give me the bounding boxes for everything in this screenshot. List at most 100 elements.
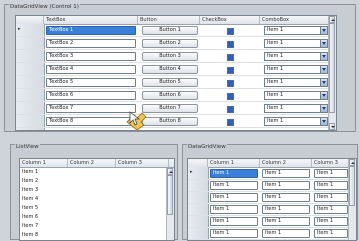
top-col-header-combobox[interactable]: ComboBox [260,16,331,24]
grid-cell[interactable]: Item 1 [262,169,310,178]
grid-cell[interactable]: Item 1 [210,181,258,190]
grid-cell[interactable]: Item 1 [262,229,310,238]
combobox-cell[interactable]: Item 1 [264,117,328,126]
grid-cell[interactable]: Item 1 [210,193,258,202]
top-grid-row[interactable]: TextBox 1 Button 1 Item 1 [16,26,329,37]
list-view[interactable]: Column 1 Column 2 Column 3 Item 1 Item 2I… [19,158,175,241]
bottom-grid-row[interactable]: Item 1 Item 1 Item 1 [188,205,349,216]
list-item[interactable]: Item 6 [22,213,38,222]
top-grid-row[interactable]: TextBox 5 Button 5 Item 1 [16,78,329,89]
checkbox-checked-icon[interactable] [226,106,234,113]
dropdown-arrow-icon[interactable] [320,92,327,99]
top-grid-row[interactable]: TextBox 3 Button 3 Item 1 [16,52,329,63]
combobox-cell[interactable]: Item 1 [264,104,328,113]
grid-cell[interactable]: Item 1 [210,205,258,214]
top-grid-row[interactable]: TextBox 2 Button 2 Item 1 [16,39,329,50]
textbox-cell[interactable]: TextBox 7 [46,104,136,113]
top-col-header-button[interactable]: Button [138,16,200,24]
button-cell[interactable]: Button 4 [142,65,198,74]
checkbox-cell[interactable] [200,117,260,127]
grid-cell[interactable]: Item 1 [210,217,258,226]
list-item[interactable]: Item 5 [22,204,38,213]
textbox-cell[interactable]: TextBox 5 [46,78,136,87]
dropdown-arrow-icon[interactable] [320,118,327,125]
textbox-cell[interactable]: TextBox 2 [46,39,136,48]
dropdown-arrow-icon[interactable] [320,27,327,34]
bottom-col-header-1[interactable]: Column 1 [208,159,260,167]
checkbox-checked-icon[interactable] [226,41,234,48]
checkbox-checked-icon[interactable] [226,54,234,61]
combobox-cell[interactable]: Item 1 [264,78,328,87]
grid-cell[interactable]: Item 1 [210,169,258,178]
textbox-cell[interactable]: TextBox 4 [46,65,136,74]
grid-cell[interactable]: Item 1 [314,193,348,202]
top-grid-row[interactable]: TextBox 4 Button 4 Item 1 [16,65,329,76]
grid-cell[interactable]: Item 1 [314,229,348,238]
bottom-grid-row[interactable]: Item 1 Item 1 Item 1 [188,181,349,192]
grid-cell[interactable]: Item 1 [262,193,310,202]
checkbox-cell[interactable] [200,39,260,49]
checkbox-cell[interactable] [200,104,260,114]
grid-cell[interactable]: Item 1 [262,181,310,190]
grid-cell[interactable]: Item 1 [210,229,258,238]
list-item[interactable]: Item 8 [22,231,38,240]
list-item[interactable]: Item 3 [22,186,38,195]
grid-cell[interactable]: Item 1 [314,181,348,190]
grid-cell[interactable]: Item 1 [314,217,348,226]
scroll-up-arrow-icon[interactable] [349,159,355,166]
combobox-cell[interactable]: Item 1 [264,91,328,100]
bottom-grid-vscrollbar[interactable] [348,159,356,240]
checkbox-cell[interactable] [200,78,260,88]
list-col-header-3[interactable]: Column 3 [116,159,169,167]
scroll-thumb[interactable] [329,23,335,113]
button-cell[interactable]: Button 7 [142,104,198,113]
list-item[interactable]: Item 7 [22,222,38,231]
bottom-col-header-3[interactable]: Column 3 [312,159,351,167]
checkbox-cell[interactable] [200,52,260,62]
list-item[interactable]: Item 2 [22,177,38,186]
scroll-up-arrow-icon[interactable] [167,168,173,175]
combobox-cell[interactable]: Item 1 [264,65,328,74]
combobox-cell[interactable]: Item 1 [264,39,328,48]
button-cell[interactable]: Button 2 [142,39,198,48]
list-item[interactable]: Item 1 [22,168,38,177]
top-data-grid[interactable]: TextBox Button CheckBox ComboBox ▸ TextB… [15,15,337,131]
list-col-header-2[interactable]: Column 2 [68,159,116,167]
top-col-header-textbox[interactable]: TextBox [44,16,138,24]
top-grid-row[interactable]: TextBox 7 Button 7 Item 1 [16,104,329,115]
button-cell[interactable]: Button 5 [142,78,198,87]
checkbox-cell[interactable] [200,26,260,36]
checkbox-checked-icon[interactable] [226,93,234,100]
checkbox-cell[interactable] [200,91,260,101]
grid-cell[interactable]: Item 1 [314,205,348,214]
bottom-data-grid[interactable]: Column 1 Column 2 Column 3 ▸ Item 1 Item … [187,158,357,241]
dropdown-arrow-icon[interactable] [320,105,327,112]
bottom-grid-row[interactable]: Item 1 Item 1 Item 1 [188,217,349,228]
list-view-vscrollbar[interactable] [166,168,174,240]
checkbox-checked-icon[interactable] [226,28,234,35]
bottom-grid-row[interactable]: Item 1 Item 1 Item 1 [188,229,349,240]
bottom-grid-row[interactable]: Item 1 Item 1 Item 1 [188,169,349,180]
button-cell[interactable]: Button 6 [142,91,198,100]
scroll-thumb[interactable] [349,166,355,206]
combobox-cell[interactable]: Item 1 [264,52,328,61]
textbox-cell[interactable]: TextBox 8 [46,117,136,126]
grid-cell[interactable]: Item 1 [262,217,310,226]
button-cell[interactable]: Button 3 [142,52,198,61]
grid-cell[interactable]: Item 1 [262,205,310,214]
scroll-thumb[interactable] [167,175,173,215]
checkbox-checked-icon[interactable] [226,67,234,74]
scroll-up-arrow-icon[interactable] [329,16,335,23]
top-grid-row[interactable]: TextBox 8 Button 8 Item 1 [16,117,329,128]
textbox-cell[interactable]: TextBox 3 [46,52,136,61]
scroll-down-arrow-icon[interactable] [329,123,335,130]
grid-cell[interactable]: Item 1 [314,169,348,178]
bottom-grid-row[interactable]: Item 1 Item 1 Item 1 [188,193,349,204]
checkbox-checked-icon[interactable] [226,80,234,87]
dropdown-arrow-icon[interactable] [320,79,327,86]
button-cell[interactable]: Button 1 [142,26,198,35]
combobox-cell[interactable]: Item 1 [264,26,328,35]
top-col-header-checkbox[interactable]: CheckBox [200,16,260,24]
top-grid-vscrollbar[interactable] [328,16,336,130]
bottom-col-header-2[interactable]: Column 2 [260,159,312,167]
